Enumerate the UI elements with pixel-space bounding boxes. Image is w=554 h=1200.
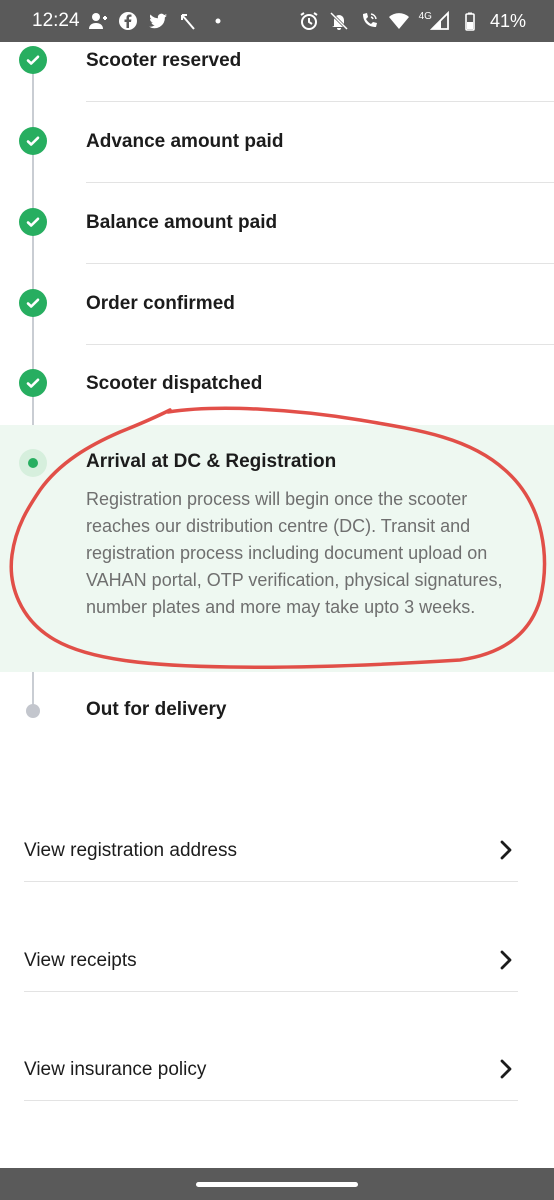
divider — [86, 101, 554, 102]
check-icon — [19, 289, 47, 317]
divider — [24, 991, 518, 992]
active-step-dot-icon — [28, 458, 38, 468]
divider — [24, 1100, 518, 1101]
check-icon — [19, 127, 47, 155]
divider — [86, 344, 554, 345]
divider — [24, 881, 518, 882]
wifi-icon — [388, 13, 409, 29]
battery-percent: 41% — [489, 10, 526, 31]
step-label: Balance amount paid — [86, 212, 278, 233]
status-time: 12:24 — [32, 10, 80, 31]
check-icon — [19, 208, 47, 236]
dot-icon — [215, 18, 221, 24]
pending-step-title: Out for delivery — [86, 699, 227, 720]
twitter-icon — [149, 13, 167, 29]
chevron-right-icon — [500, 840, 512, 860]
missed-call-icon — [181, 14, 195, 30]
home-gesture-handle[interactable] — [196, 1182, 358, 1187]
pending-step-dot-icon — [26, 704, 40, 718]
check-icon — [19, 46, 47, 74]
notification-icons — [88, 10, 228, 32]
active-step-description: Registration process will begin once the… — [86, 489, 503, 617]
step-label: Advance amount paid — [86, 131, 284, 152]
chevron-right-icon — [500, 1059, 512, 1079]
status-bar: 12:24 4G 41% — [0, 0, 554, 42]
step-label: Scooter dispatched — [86, 373, 263, 394]
signal-icon — [429, 11, 449, 30]
view-receipts-link[interactable]: View receipts — [24, 932, 518, 992]
link-label: View registration address — [24, 840, 237, 861]
system-navigation-bar — [0, 1168, 554, 1200]
alarm-icon — [300, 12, 318, 30]
step-label: Order confirmed — [86, 293, 235, 314]
person-add-icon — [89, 13, 107, 29]
chevron-right-icon — [500, 950, 512, 970]
divider — [86, 263, 554, 264]
view-insurance-policy-link[interactable]: View insurance policy — [24, 1041, 518, 1101]
system-icons: 4G 41% — [299, 10, 526, 32]
active-step-title: Arrival at DC & Registration — [86, 451, 337, 472]
view-registration-address-link[interactable]: View registration address — [24, 822, 518, 882]
link-label: View receipts — [24, 950, 137, 971]
wifi-calling-icon — [362, 13, 377, 27]
divider — [86, 182, 554, 183]
notifications-off-icon — [329, 11, 348, 31]
battery-icon — [465, 12, 475, 31]
step-label: Scooter reserved — [86, 50, 242, 71]
check-icon — [19, 369, 47, 397]
link-label: View insurance policy — [24, 1059, 207, 1080]
facebook-icon — [119, 12, 137, 30]
